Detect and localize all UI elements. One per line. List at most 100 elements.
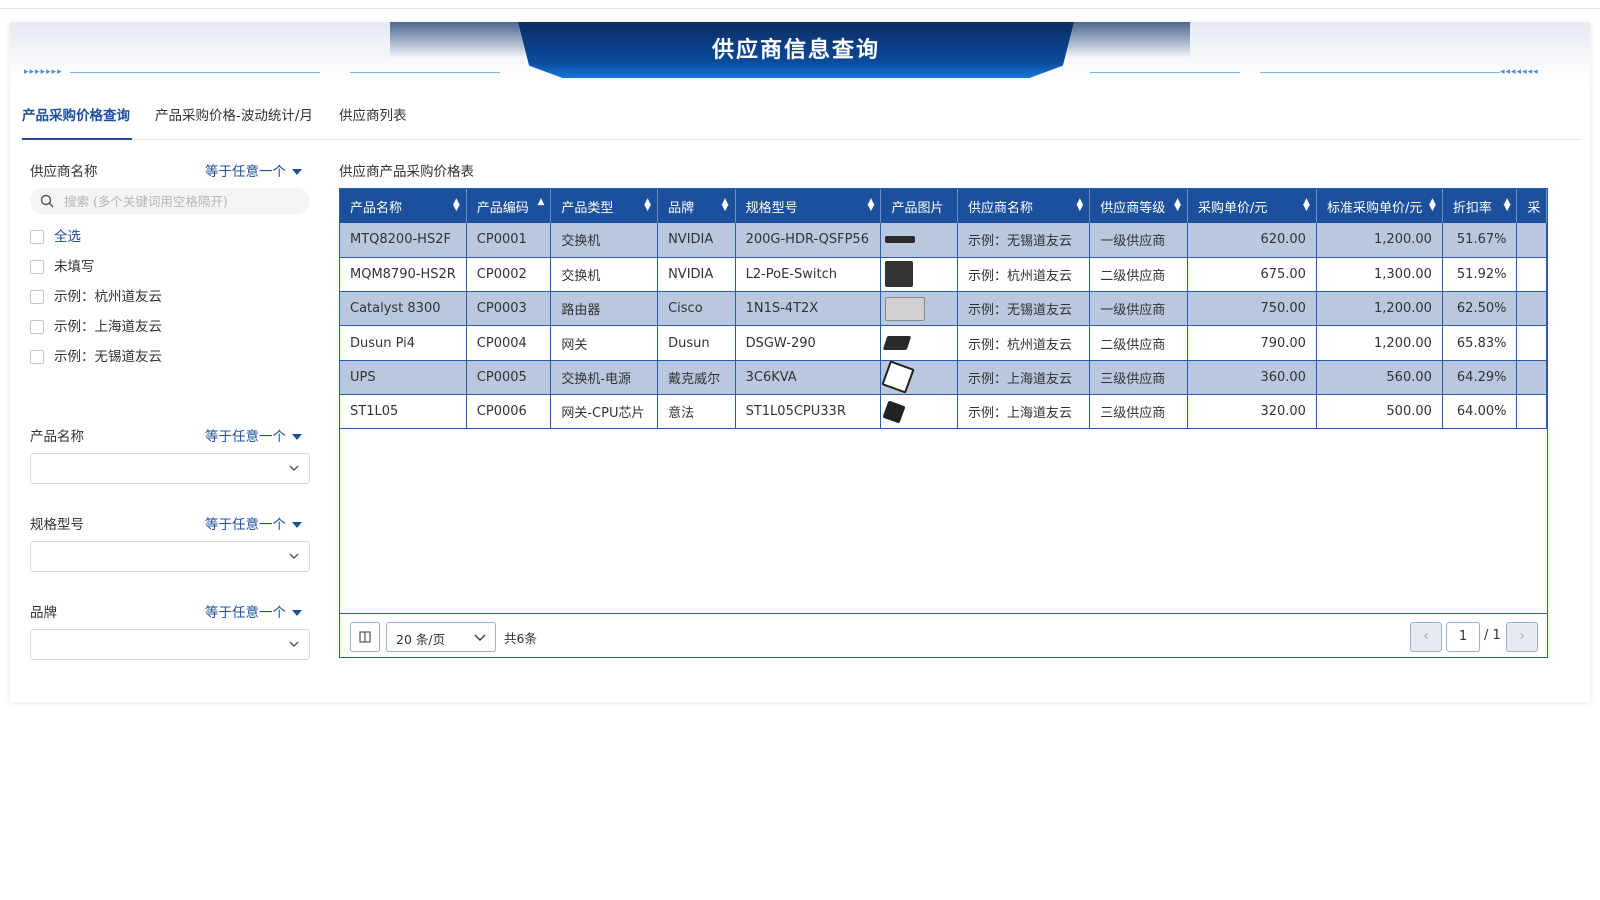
switch-image[interactable] [885,261,914,288]
column-header-supplier-name[interactable]: 供应商名称 ▲ ▼ [957,189,1091,223]
column-header-supplier-level[interactable]: 供应商等级 ▲ ▼ [1089,189,1189,223]
checkbox-label: 示例：上海道友云 [54,319,162,335]
page-size-select[interactable]: 20 条/页 [386,622,496,652]
cell-unit-price: 675.00 [1187,257,1317,293]
ups-image[interactable] [881,360,916,394]
cell-brand: 意法 [657,394,736,430]
checkbox-box[interactable] [30,230,44,244]
supplier-filter-operator[interactable]: 等于任意一个 [205,160,302,180]
table-row[interactable]: UPS CP0005 交换机-电源 戴克威尔 3C6KVA 示例：上海道友云 三… [340,360,1547,395]
sort-icon[interactable]: ▲ ▼ [722,198,729,213]
cell-truncated [1516,360,1547,395]
column-header-product-type[interactable]: 产品类型 ▲ ▼ [550,189,659,223]
cell-supplier-name: 示例：杭州道友云 [957,257,1091,293]
table-header-row: 产品名称 ▲ ▼ 产品编码 ▲ 产品类型 ▲ ▼ 品牌 ▲ ▼ 规格型号 ▲ ▼ 产品图片 供应商… [340,189,1547,223]
sort-ascending-icon[interactable]: ▲ [537,198,544,207]
cell-product-type: 交换机-电源 [550,360,659,395]
checkbox-box[interactable] [30,290,44,304]
tab-supplier-list[interactable]: 供应商列表 [339,96,407,140]
caret-down-icon [292,169,302,175]
cell-product-image [880,360,959,395]
tab-price-query[interactable]: 产品采购价格查询 [22,96,132,140]
checkbox-box[interactable] [30,320,44,334]
column-header-discount[interactable]: 折扣率 ▲ ▼ [1442,189,1518,223]
cell-product-code: CP0001 [466,223,552,258]
sort-icon[interactable]: ▲ ▼ [1429,198,1436,213]
table-row[interactable]: MQM8790-HS2R CP0002 交换机 NVIDIA L2-PoE-Sw… [340,257,1547,293]
cell-supplier-level: 二级供应商 [1089,257,1189,293]
sort-icon[interactable]: ▲ ▼ [453,198,460,213]
cell-supplier-level: 三级供应商 [1089,394,1189,430]
operator-label: 等于任意一个 [205,605,286,621]
column-header-product-name[interactable]: 产品名称 ▲ ▼ [340,189,467,223]
product-name-filter-label: 产品名称 [30,429,84,445]
column-header-spec-model[interactable]: 规格型号 ▲ ▼ [735,189,882,223]
banner-line [70,72,320,73]
cell-product-image [880,223,959,258]
table-row[interactable]: ST1L05 CP0006 网关-CPU芯片 意法 ST1L05CPU33R 示… [340,394,1547,430]
cell-truncated [1516,325,1547,361]
column-header-brand[interactable]: 品牌 ▲ ▼ [657,189,736,223]
header-label: 采 [1527,200,1541,216]
cell-brand: NVIDIA [657,223,736,258]
header-label: 产品类型 [561,200,614,216]
cell-unit-price: 320.00 [1187,394,1317,430]
router-image[interactable] [885,296,926,321]
column-settings-button[interactable] [350,622,380,652]
main-card: ▸▸▸▸▸▸▸ ◂◂◂◂◂◂◂ 供应商信息查询 产品采购价格查询 产品采购价格-… [10,22,1590,702]
brand-select[interactable] [30,629,310,660]
cell-brand: Cisco [657,291,736,327]
checkbox-label: 未填写 [54,259,95,275]
column-header-product-code[interactable]: 产品编码 ▲ [466,189,552,223]
cell-discount: 51.67% [1442,223,1518,258]
column-header-truncated[interactable]: 采 [1516,189,1547,223]
next-page-button[interactable]: › [1506,622,1538,652]
tab-price-fluctuation[interactable]: 产品采购价格-波动统计/月 [155,96,313,140]
sort-icon[interactable]: ▲ ▼ [1504,198,1511,213]
column-header-standard-price[interactable]: 标准采购单价/元 ▲ ▼ [1316,189,1443,223]
current-page-input[interactable]: 1 [1446,622,1480,652]
sort-icon[interactable]: ▲ ▼ [1303,198,1310,213]
cell-spec-model: 200G-HDR-QSFP56 [735,223,882,258]
cell-supplier-name: 示例：上海道友云 [957,394,1091,430]
cell-product-code: CP0002 [466,257,552,293]
cell-discount: 64.00% [1442,394,1518,430]
switch-image[interactable] [885,236,916,244]
checkbox-box[interactable] [30,350,44,364]
cell-truncated [1516,291,1547,327]
cell-spec-model: 3C6KVA [735,360,882,395]
cell-truncated [1516,394,1547,430]
gateway-image[interactable] [883,336,912,351]
chevron-right-icon: › [1519,628,1525,644]
prev-page-button[interactable]: ‹ [1410,622,1442,652]
banner-arrows-left-icon: ▸▸▸▸▸▸▸ [24,67,63,77]
sort-icon[interactable]: ▲ ▼ [644,198,651,213]
table-row[interactable]: Catalyst 8300 CP0003 路由器 Cisco 1N1S-4T2X… [340,291,1547,327]
cell-supplier-level: 一级供应商 [1089,223,1189,258]
column-header-unit-price[interactable]: 采购单价/元 ▲ ▼ [1187,189,1317,223]
product-name-filter-operator[interactable]: 等于任意一个 [205,425,302,445]
banner-line [350,72,500,73]
sort-icon[interactable]: ▲ ▼ [1076,198,1083,213]
cell-product-image [880,291,959,327]
page-size-label: 20 条/页 [396,632,446,647]
brand-filter-operator[interactable]: 等于任意一个 [205,601,302,621]
spec-model-filter-operator[interactable]: 等于任意一个 [205,513,302,533]
header-label: 产品编码 [476,200,529,216]
sort-icon[interactable]: ▲ ▼ [868,198,875,213]
cell-product-code: CP0003 [466,291,552,327]
supplier-search-input[interactable] [64,191,300,211]
product-name-select[interactable] [30,453,310,484]
table-row[interactable]: Dusun Pi4 CP0004 网关 Dusun DSGW-290 示例：杭州… [340,325,1547,361]
chip-image[interactable] [882,400,906,424]
cell-supplier-level: 一级供应商 [1089,291,1189,327]
cell-supplier-name: 示例：上海道友云 [957,360,1091,395]
table-row[interactable]: MTQ8200-HS2F CP0001 交换机 NVIDIA 200G-HDR-… [340,223,1547,258]
operator-label: 等于任意一个 [205,517,286,533]
checkbox-box[interactable] [30,260,44,274]
checkbox-label: 示例：无锡道友云 [54,349,162,365]
cell-supplier-level: 二级供应商 [1089,325,1189,361]
checkbox-label: 示例：杭州道友云 [54,289,162,305]
spec-model-select[interactable] [30,541,310,572]
sort-icon[interactable]: ▲ ▼ [1174,198,1181,213]
